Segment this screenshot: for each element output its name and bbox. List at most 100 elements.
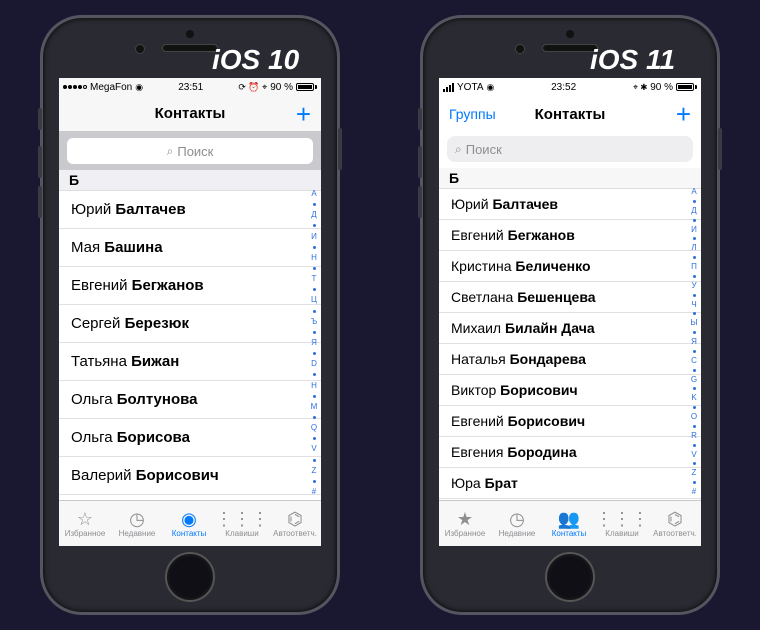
- contact-row[interactable]: Виктор Борисович: [439, 375, 701, 406]
- index-dot: [313, 459, 316, 462]
- add-contact-button[interactable]: +: [296, 101, 311, 127]
- index-dot: [313, 246, 316, 249]
- index-dot: [693, 219, 696, 222]
- tab-contacts[interactable]: ◉Контакты: [163, 501, 215, 546]
- index-letter[interactable]: А: [311, 190, 316, 198]
- search-input[interactable]: ⌕ Поиск: [67, 138, 313, 164]
- index-letter[interactable]: C: [691, 357, 697, 365]
- index-letter[interactable]: Я: [691, 338, 697, 346]
- contact-row[interactable]: Евгения Бородина: [439, 437, 701, 468]
- index-letter[interactable]: Д: [691, 207, 696, 215]
- contact-row[interactable]: Михаил Билайн Дача: [439, 313, 701, 344]
- contact-first-name: Юрий: [71, 201, 115, 218]
- contact-row[interactable]: Татьяна Бижан: [59, 343, 321, 381]
- index-letter[interactable]: #: [692, 488, 696, 496]
- contact-last-name: Бешенцева: [517, 289, 595, 305]
- index-letter[interactable]: Ъ: [311, 318, 317, 326]
- index-letter[interactable]: Ц: [311, 296, 317, 304]
- index-letter[interactable]: Т: [312, 275, 317, 283]
- index-letter[interactable]: K: [691, 394, 696, 402]
- index-letter[interactable]: H: [311, 382, 317, 390]
- search-container: ⌕ Поиск: [59, 132, 321, 170]
- contact-row[interactable]: Юрий Балтачев: [59, 191, 321, 229]
- contact-first-name: Виктор: [451, 382, 500, 398]
- alpha-index[interactable]: А Д И Н Т Ц Ъ Я D H M Q V Z #: [308, 190, 320, 496]
- tab-keypad[interactable]: ⋮⋮⋮Клавиши: [215, 501, 269, 546]
- index-letter[interactable]: Л: [691, 244, 696, 252]
- contact-row[interactable]: Евгений Бегжанов: [59, 267, 321, 305]
- section-header: Б: [439, 168, 701, 189]
- tab-voicemail[interactable]: ⌬Автоответч.: [649, 501, 701, 546]
- contact-row[interactable]: Кристина Беличенко: [439, 251, 701, 282]
- contact-row[interactable]: Сергей Березюк: [59, 305, 321, 343]
- contact-first-name: Мая: [71, 239, 104, 256]
- contact-row[interactable]: Наталья Бондарева: [439, 344, 701, 375]
- index-letter[interactable]: Ч: [691, 301, 696, 309]
- index-dot: [693, 406, 696, 409]
- index-dot: [693, 425, 696, 428]
- index-letter[interactable]: И: [311, 233, 317, 241]
- index-letter[interactable]: D: [311, 360, 317, 368]
- index-letter[interactable]: Н: [311, 254, 317, 262]
- contact-row[interactable]: Евгений Бегжанов: [439, 220, 701, 251]
- mute-switch-frame: [418, 108, 422, 130]
- index-dot: [313, 437, 316, 440]
- tab-keypad[interactable]: ⋮⋮⋮Клавиши: [595, 501, 649, 546]
- home-button[interactable]: [165, 552, 215, 602]
- index-letter[interactable]: V: [311, 445, 316, 453]
- tab-favorites[interactable]: ★Избранное: [439, 501, 491, 546]
- index-dot: [313, 416, 316, 419]
- contact-last-name: Балтачев: [115, 201, 185, 218]
- home-button[interactable]: [545, 552, 595, 602]
- contact-row[interactable]: Бухгалтерия: [439, 499, 701, 500]
- contacts-list[interactable]: Б Юрий БалтачевМая БашинаЕвгений Бегжано…: [59, 170, 321, 500]
- alpha-index[interactable]: А Д И Л П У Ч Ы Я C G K O R V Z #: [688, 188, 700, 496]
- contact-last-name: Башина: [104, 239, 162, 256]
- index-letter[interactable]: M: [311, 403, 318, 411]
- contact-row[interactable]: Валерий Борисович: [59, 457, 321, 495]
- search-input[interactable]: ⌕ Поиск: [447, 136, 693, 162]
- tab-recents[interactable]: ◷Недавние: [491, 501, 543, 546]
- index-letter[interactable]: V: [691, 451, 696, 459]
- mute-switch-frame: [38, 108, 42, 130]
- contact-first-name: Валерий: [71, 467, 136, 484]
- contact-row[interactable]: Евгений Борисович: [439, 406, 701, 437]
- index-letter[interactable]: Д: [311, 211, 316, 219]
- index-letter[interactable]: O: [691, 413, 697, 421]
- index-letter[interactable]: #: [312, 488, 316, 496]
- tab-label: Недавние: [499, 529, 536, 538]
- index-letter[interactable]: А: [691, 188, 696, 196]
- search-container: ⌕ Поиск: [439, 132, 701, 168]
- contact-row[interactable]: Юра Брат: [439, 468, 701, 499]
- index-letter[interactable]: Я: [311, 339, 317, 347]
- add-contact-button[interactable]: +: [676, 101, 691, 127]
- tab-recents[interactable]: ◷Недавние: [111, 501, 163, 546]
- search-placeholder: Поиск: [177, 144, 213, 159]
- tab-contacts[interactable]: 👥Контакты: [543, 501, 595, 546]
- index-letter[interactable]: Q: [311, 424, 317, 432]
- search-icon: ⌕: [455, 142, 462, 157]
- index-letter[interactable]: Ы: [690, 319, 697, 327]
- tab-voicemail[interactable]: ⌬Автоответч.: [269, 501, 321, 546]
- groups-button[interactable]: Группы: [449, 106, 496, 122]
- contact-row[interactable]: Ольга Болтунова: [59, 381, 321, 419]
- tab-favorites[interactable]: ☆Избранное: [59, 501, 111, 546]
- contacts-list[interactable]: Б Юрий БалтачевЕвгений БегжановКристина …: [439, 168, 701, 500]
- index-letter[interactable]: Z: [692, 469, 697, 477]
- index-letter[interactable]: И: [691, 226, 697, 234]
- index-letter[interactable]: У: [691, 282, 696, 290]
- index-letter[interactable]: R: [691, 432, 697, 440]
- contact-row[interactable]: Юрий Балтачев: [439, 189, 701, 220]
- tab-label: Клавиши: [225, 529, 258, 538]
- contact-row[interactable]: Светлана Бешенцева: [439, 282, 701, 313]
- contact-first-name: Татьяна: [71, 353, 131, 370]
- contact-first-name: Ольга: [71, 391, 117, 408]
- index-letter[interactable]: П: [691, 263, 697, 271]
- contact-row[interactable]: Мая Башина: [59, 229, 321, 267]
- screen: YOTA ◉ 23:52 ⌖ ✱ 90 % Группы Контакты + …: [439, 78, 701, 546]
- index-letter[interactable]: G: [691, 376, 697, 384]
- contact-row[interactable]: Ольга Борисова: [59, 419, 321, 457]
- contact-last-name: Бегжанов: [508, 227, 575, 243]
- contact-last-name: Березюк: [125, 315, 189, 332]
- index-letter[interactable]: Z: [312, 467, 317, 475]
